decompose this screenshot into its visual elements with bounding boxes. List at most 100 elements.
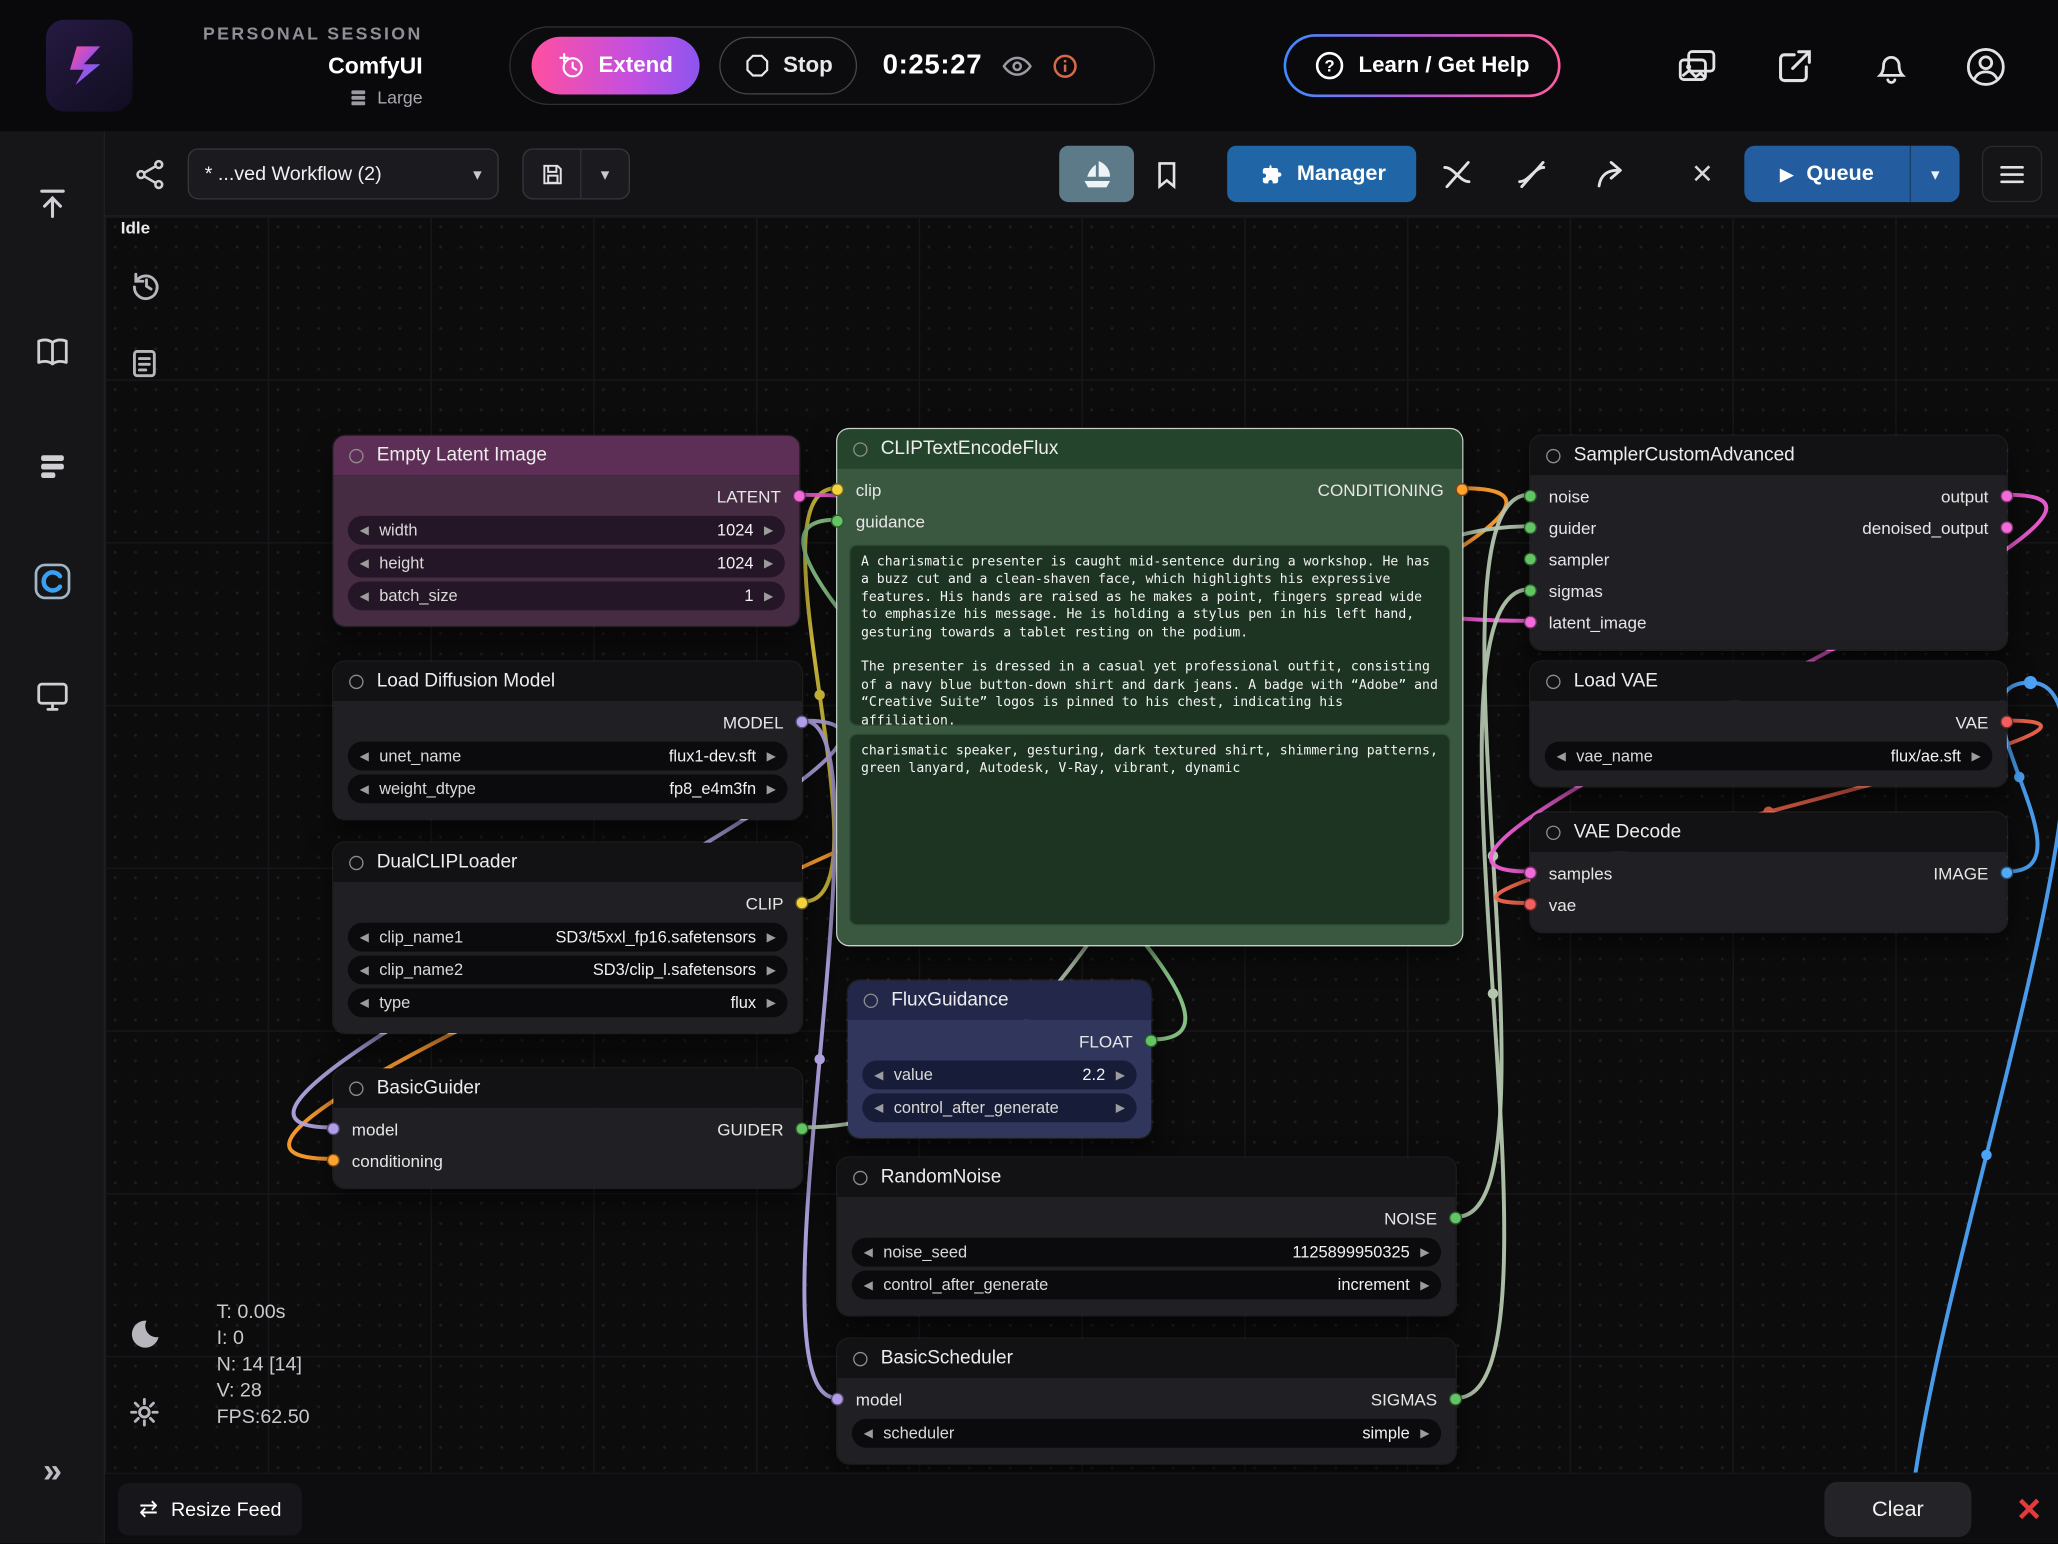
reroute-dot[interactable] [2024,676,2037,689]
node-vae_decode[interactable]: VAE DecodesamplesIMAGEvae [1529,811,2008,933]
collapse-dot-icon[interactable] [349,855,363,869]
widget-control_after_generate[interactable]: ◀control_after_generate▶ [862,1093,1136,1122]
input-port-guidance[interactable] [831,515,844,528]
extend-session-button[interactable]: Extend [532,37,700,95]
docs-book-icon[interactable] [30,329,75,374]
node-sampler[interactable]: SamplerCustomAdvancednoiseoutputguiderde… [1529,434,2008,651]
widget-weight_dtype[interactable]: ◀weight_dtypefp8_e4m3fn▶ [348,774,788,803]
decrement-arrow-icon[interactable]: ◀ [360,523,369,537]
decrement-arrow-icon[interactable]: ◀ [360,930,369,944]
output-port-CONDITIONING[interactable] [1456,483,1469,496]
expand-sidebar-icon[interactable]: » [30,1448,75,1493]
widget-height[interactable]: ◀height1024▶ [348,549,785,578]
widget-value[interactable]: ◀value2.2▶ [862,1061,1136,1090]
workflow-graph-icon[interactable] [129,152,174,197]
session-visibility-eye-icon[interactable] [1002,54,1034,76]
output-port-LATENT[interactable] [793,490,806,503]
learn-get-help-button[interactable]: ? Learn / Get Help [1284,34,1561,97]
input-port-conditioning[interactable] [327,1154,340,1167]
increment-arrow-icon[interactable]: ▶ [1116,1068,1125,1082]
input-port-model[interactable] [327,1122,340,1135]
widget-noise_seed[interactable]: ◀noise_seed1125899950325▶ [852,1238,1441,1267]
save-options-chevron[interactable]: ▾ [581,150,628,199]
decrement-arrow-icon[interactable]: ◀ [874,1068,883,1082]
session-info-icon[interactable] [1053,53,1078,78]
node-basic_scheduler[interactable]: BasicSchedulermodelSIGMAS◀schedulersimpl… [836,1337,1457,1464]
node-dual_clip[interactable]: DualCLIPLoaderCLIP◀clip_name1SD3/t5xxl_f… [332,841,803,1034]
widget-batch_size[interactable]: ◀batch_size1▶ [348,581,785,610]
output-port-SIGMAS[interactable] [1449,1393,1462,1406]
decrement-arrow-icon[interactable]: ◀ [360,963,369,977]
output-port-denoised_output[interactable] [2000,521,2013,534]
increment-arrow-icon[interactable]: ▶ [1116,1101,1125,1115]
input-port-noise[interactable] [1524,490,1537,503]
decrement-arrow-icon[interactable]: ◀ [360,996,369,1010]
input-port-sampler[interactable] [1524,553,1537,566]
increment-arrow-icon[interactable]: ▶ [1971,749,1980,763]
increment-arrow-icon[interactable]: ▶ [1420,1245,1429,1259]
decrement-arrow-icon[interactable]: ◀ [360,589,369,603]
widget-clip_name1[interactable]: ◀clip_name1SD3/t5xxl_fp16.safetensors▶ [348,923,788,952]
queue-list-icon[interactable] [30,444,75,489]
collapse-dot-icon[interactable] [349,1081,363,1095]
increment-arrow-icon[interactable]: ▶ [767,963,776,977]
increment-arrow-icon[interactable]: ▶ [767,782,776,796]
save-workflow-button[interactable] [524,150,582,199]
close-workflow-icon[interactable]: × [1680,147,1725,200]
manager-button[interactable]: Manager [1227,146,1416,202]
increment-arrow-icon[interactable]: ▶ [764,589,773,603]
input-port-guider[interactable] [1524,521,1537,534]
prompt-textarea[interactable]: A charismatic presenter is caught mid-se… [849,545,1450,726]
open-external-icon[interactable] [1772,45,1817,90]
collapse-dot-icon[interactable] [853,442,867,456]
toggle-links-alt-icon[interactable] [1509,152,1554,197]
input-port-clip[interactable] [831,483,844,496]
collapse-dot-icon[interactable] [853,1170,867,1184]
account-user-icon[interactable] [1964,45,2009,90]
output-port-GUIDER[interactable] [795,1122,808,1135]
increment-arrow-icon[interactable]: ▶ [767,996,776,1010]
input-port-vae[interactable] [1524,898,1537,911]
decrement-arrow-icon[interactable]: ◀ [874,1101,883,1115]
notifications-bell-icon[interactable] [1869,45,1914,90]
input-port-sigmas[interactable] [1524,584,1537,597]
menu-hamburger-button[interactable] [1982,146,2042,202]
widget-type[interactable]: ◀typeflux▶ [348,988,788,1017]
decrement-arrow-icon[interactable]: ◀ [360,749,369,763]
increment-arrow-icon[interactable]: ▶ [1420,1426,1429,1440]
queue-button[interactable]: ▶ Queue [1744,146,1909,202]
workflow-selector[interactable]: * ...ved Workflow (2) ▾ [188,148,499,199]
output-port-MODEL[interactable] [795,715,808,728]
increment-arrow-icon[interactable]: ▶ [764,523,773,537]
node-flux_guidance[interactable]: FluxGuidanceFLOAT◀value2.2▶◀control_afte… [847,979,1153,1139]
collapse-dot-icon[interactable] [1546,825,1560,839]
bookmark-icon[interactable] [1145,152,1190,197]
decrement-arrow-icon[interactable]: ◀ [864,1278,873,1292]
node-load_vae[interactable]: Load VAEVAE◀vae_nameflux/ae.sft▶ [1529,660,2008,787]
increment-arrow-icon[interactable]: ▶ [764,556,773,570]
input-port-samples[interactable] [1524,866,1537,879]
node-empty_latent[interactable]: Empty Latent ImageLATENT◀width1024▶◀heig… [332,434,801,627]
widget-clip_name2[interactable]: ◀clip_name2SD3/clip_l.safetensors▶ [348,956,788,985]
node-basic_guider[interactable]: BasicGuidermodelGUIDERconditioning [332,1067,803,1189]
output-port-NOISE[interactable] [1449,1211,1462,1224]
input-port-latent_image[interactable] [1524,616,1537,629]
toggle-links-icon[interactable] [1435,152,1480,197]
collapse-dot-icon[interactable] [853,1351,867,1365]
decrement-arrow-icon[interactable]: ◀ [1557,749,1566,763]
rundiffusion-apps-button[interactable] [1059,146,1134,202]
increment-arrow-icon[interactable]: ▶ [1420,1278,1429,1292]
output-port-FLOAT[interactable] [1145,1034,1158,1047]
output-port-VAE[interactable] [2000,715,2013,728]
scroll-top-icon[interactable] [30,181,75,226]
workflows-monitor-icon[interactable] [30,673,75,718]
resize-feed-button[interactable]: ⇄ Resize Feed [118,1483,302,1536]
node-clip_text[interactable]: CLIPTextEncodeFluxclipCONDITIONINGguidan… [836,428,1463,946]
output-port-CLIP[interactable] [795,896,808,909]
increment-arrow-icon[interactable]: ▶ [767,749,776,763]
gallery-icon[interactable] [1675,45,1720,90]
widget-vae_name[interactable]: ◀vae_nameflux/ae.sft▶ [1545,742,1993,771]
output-port-IMAGE[interactable] [2000,866,2013,879]
stop-session-button[interactable]: Stop [719,37,858,95]
prompt-textarea[interactable]: charismatic speaker, gesturing, dark tex… [849,734,1450,926]
